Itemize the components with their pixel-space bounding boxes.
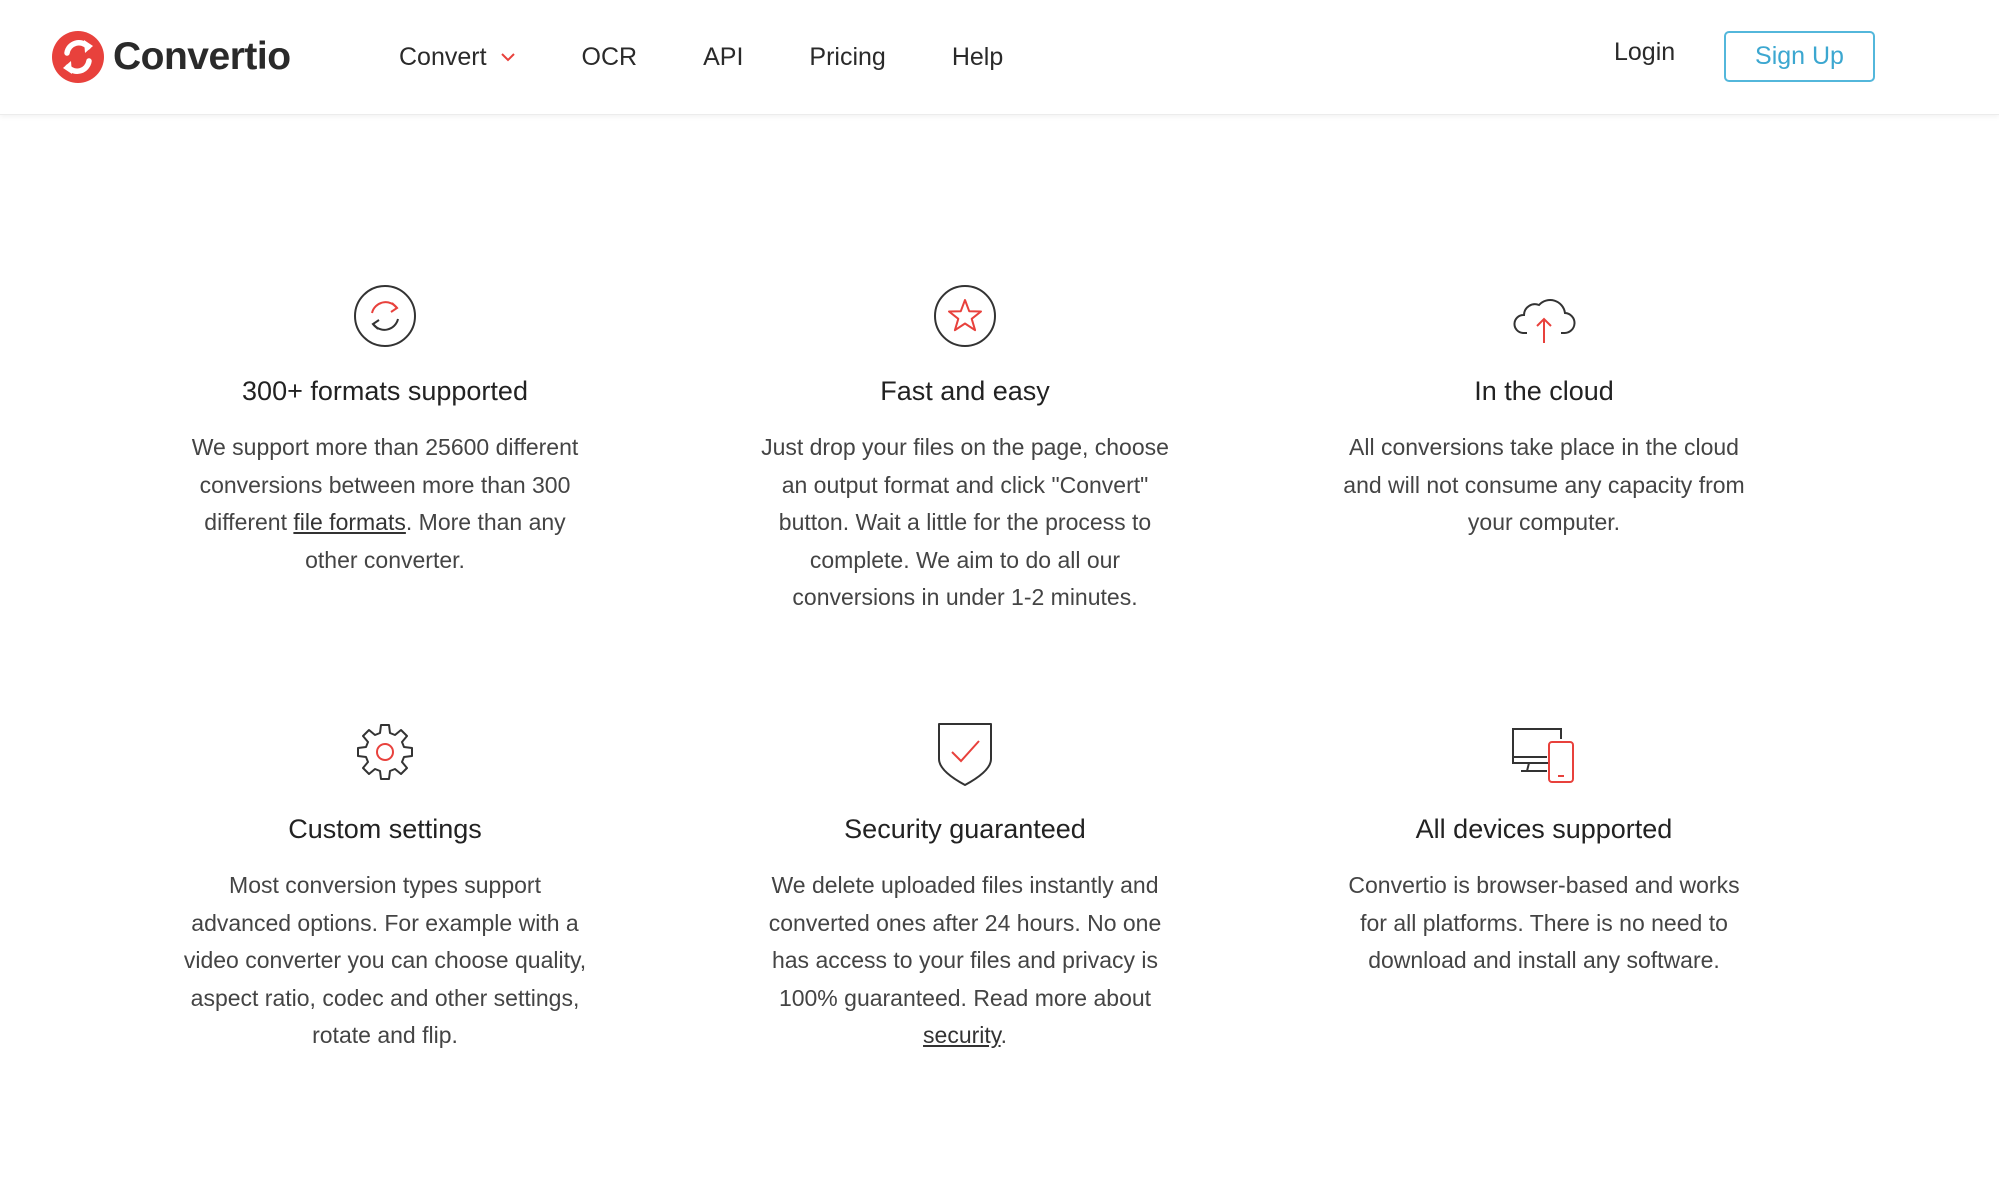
feature-title: Custom settings: [288, 814, 482, 844]
feature-title: All devices supported: [1415, 814, 1673, 844]
sign-up-button[interactable]: Sign Up: [1724, 31, 1875, 82]
logo-text: Convertio: [113, 35, 291, 78]
feature-title: In the cloud: [1474, 376, 1614, 406]
feature-fast-easy: Fast and easy Just drop your files on th…: [745, 281, 1185, 617]
main-nav: Convert OCR API Pricing Help: [399, 0, 1069, 114]
nav-api[interactable]: API: [703, 43, 743, 72]
convertio-logo-icon: [52, 31, 104, 83]
devices-icon: [1512, 728, 1574, 783]
chevron-down-icon: [500, 53, 515, 62]
feature-description: We support more than 25600 different con…: [191, 434, 579, 573]
nav-convert[interactable]: Convert: [399, 43, 516, 72]
gear-icon: [357, 724, 413, 780]
feature-description: Just drop your files on the page, choose…: [761, 434, 1169, 610]
site-header: Convertio Convert OCR API Pricing Help L…: [0, 0, 1999, 115]
cloud-upload-icon: [1513, 299, 1576, 343]
file-formats-link[interactable]: file formats: [293, 509, 405, 535]
nav-help[interactable]: Help: [952, 43, 1003, 72]
feature-description: All conversions take place in the cloud …: [1343, 434, 1745, 535]
feature-devices: All devices supported Convertio is brows…: [1324, 719, 1764, 980]
feature-description: We delete uploaded files instantly and c…: [768, 872, 1162, 1048]
nav-convert-label: Convert: [399, 42, 487, 71]
shield-check-icon: [938, 723, 992, 786]
refresh-icon: [354, 285, 416, 347]
feature-formats: 300+ formats supported We support more t…: [165, 281, 605, 579]
feature-security: Security guaranteed We delete uploaded f…: [745, 719, 1185, 1055]
feature-title: 300+ formats supported: [242, 376, 528, 406]
login-link[interactable]: Login: [1614, 38, 1675, 67]
logo-link[interactable]: Convertio: [52, 30, 291, 84]
star-icon: [934, 285, 996, 347]
feature-title: Fast and easy: [880, 376, 1050, 406]
security-link[interactable]: security: [923, 1022, 1001, 1048]
feature-title: Security guaranteed: [844, 814, 1086, 844]
nav-ocr[interactable]: OCR: [582, 43, 638, 72]
nav-pricing[interactable]: Pricing: [809, 43, 885, 72]
feature-description: Most conversion types support advanced o…: [183, 872, 587, 1048]
feature-description: Convertio is browser-based and works for…: [1348, 872, 1740, 973]
feature-cloud: In the cloud All conversions take place …: [1324, 281, 1764, 542]
feature-custom-settings: Custom settings Most conversion types su…: [165, 719, 605, 1055]
